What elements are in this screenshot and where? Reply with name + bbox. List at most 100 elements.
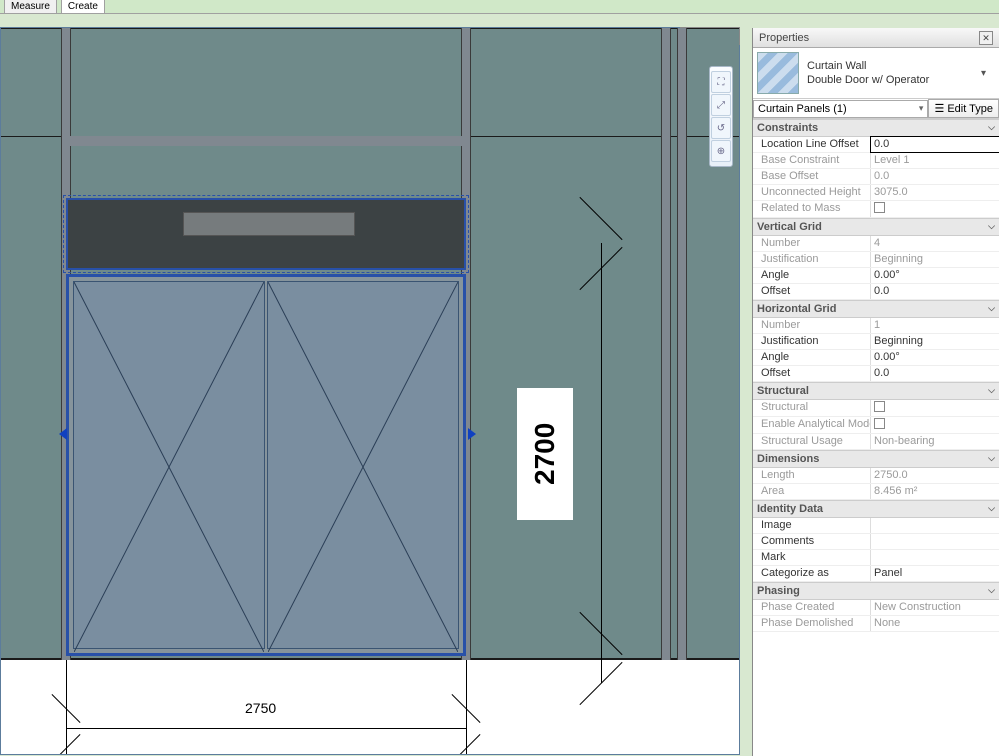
edit-type-button[interactable]: ☰ Edit Type	[928, 99, 999, 118]
property-name: Length	[753, 468, 871, 483]
dimension-vertical[interactable]: 2700	[517, 388, 573, 520]
checkbox-icon	[874, 418, 885, 429]
property-row[interactable]: Offset0.0	[753, 366, 999, 382]
property-row: Number4	[753, 236, 999, 252]
property-name: Base Offset	[753, 169, 871, 184]
ribbon-tab-measure[interactable]: Measure	[4, 0, 57, 13]
paper-background	[1, 660, 739, 754]
property-value: Beginning	[871, 252, 999, 267]
property-value: Non-bearing	[871, 434, 999, 449]
property-row: Unconnected Height3075.0	[753, 185, 999, 201]
property-name: Categorize as	[753, 566, 871, 581]
property-row[interactable]: Angle0.00°	[753, 268, 999, 284]
property-row: Related to Mass	[753, 201, 999, 218]
door-leaf-left	[73, 281, 265, 649]
property-row: Length2750.0	[753, 468, 999, 484]
ribbon-tab-create[interactable]: Create	[61, 0, 105, 13]
mullion-horizontal	[61, 136, 471, 146]
type-selector[interactable]: Curtain Wall Double Door w/ Operator ▾	[753, 48, 999, 99]
type-selector-label: Curtain Wall Double Door w/ Operator	[807, 59, 973, 87]
property-group-header[interactable]: Horizontal Grid⌵	[753, 300, 999, 318]
property-name: Justification	[753, 252, 871, 267]
drag-handle-left[interactable]	[59, 428, 67, 440]
property-name: Offset	[753, 284, 871, 299]
navigation-bar: ⛶ ⤢ ↺ ⊕	[709, 66, 733, 167]
property-value: 8.456 m²	[871, 484, 999, 499]
property-row[interactable]: Angle0.00°	[753, 350, 999, 366]
operator-plate	[183, 212, 355, 236]
property-row: Structural	[753, 400, 999, 417]
door-header-panel[interactable]	[66, 198, 466, 270]
property-group-header[interactable]: Identity Data⌵	[753, 500, 999, 518]
mullion	[661, 28, 671, 660]
properties-header[interactable]: Properties ✕	[753, 28, 999, 48]
property-name: Justification	[753, 334, 871, 349]
property-value	[871, 201, 999, 217]
property-row[interactable]: Offset0.0	[753, 284, 999, 300]
properties-close-button[interactable]: ✕	[979, 31, 993, 45]
property-value[interactable]	[871, 550, 999, 565]
property-value[interactable]	[871, 518, 999, 533]
property-row: Enable Analytical Model	[753, 417, 999, 434]
property-value[interactable]: 0.00°	[871, 350, 999, 365]
checkbox-icon	[874, 401, 885, 412]
mullion	[677, 28, 687, 660]
property-name: Structural Usage	[753, 434, 871, 449]
property-value: 0.0	[871, 169, 999, 184]
nav-orbit-icon[interactable]: ↺	[711, 117, 731, 139]
drawing-viewport[interactable]: — ▭ ✕	[0, 27, 740, 755]
property-value	[871, 400, 999, 416]
property-row: Base Offset0.0	[753, 169, 999, 185]
property-value[interactable]	[871, 534, 999, 549]
property-row: Structural UsageNon-bearing	[753, 434, 999, 450]
property-name: Angle	[753, 268, 871, 283]
property-row[interactable]: Mark	[753, 550, 999, 566]
property-value[interactable]: 0.00°	[871, 268, 999, 283]
property-row[interactable]: Image	[753, 518, 999, 534]
property-value[interactable]: 0.0	[871, 366, 999, 381]
property-value: New Construction	[871, 600, 999, 615]
property-name: Number	[753, 236, 871, 251]
nav-zoom-icon[interactable]: ⊕	[711, 140, 731, 162]
property-row: JustificationBeginning	[753, 252, 999, 268]
property-row[interactable]: JustificationBeginning	[753, 334, 999, 350]
grid-line	[1, 28, 739, 29]
property-group-header[interactable]: Structural⌵	[753, 382, 999, 400]
property-row: Phase DemolishedNone	[753, 616, 999, 632]
double-door-panel[interactable]	[66, 274, 466, 656]
nav-full-icon[interactable]: ⛶	[711, 71, 731, 93]
property-value: 3075.0	[871, 185, 999, 200]
property-value[interactable]: 0.0	[871, 284, 999, 299]
property-value[interactable]: 0.0	[870, 136, 999, 153]
property-name: Area	[753, 484, 871, 499]
chevron-down-icon[interactable]: ▾	[981, 68, 995, 79]
property-value[interactable]: Beginning	[871, 334, 999, 349]
dimension-horizontal[interactable]: 2750	[241, 698, 280, 718]
property-name: Structural	[753, 400, 871, 416]
property-value	[871, 417, 999, 433]
property-group-header[interactable]: Phasing⌵	[753, 582, 999, 600]
property-row[interactable]: Location Line Offset0.0	[753, 137, 999, 153]
property-name: Image	[753, 518, 871, 533]
property-row: Phase CreatedNew Construction	[753, 600, 999, 616]
property-row[interactable]: Categorize asPanel	[753, 566, 999, 582]
property-value: Level 1	[871, 153, 999, 168]
property-row: Number1	[753, 318, 999, 334]
edit-type-icon: ☰	[934, 102, 944, 115]
drag-handle-right[interactable]	[468, 428, 476, 440]
door-leaf-right	[267, 281, 459, 649]
property-row[interactable]: Comments	[753, 534, 999, 550]
property-name: Comments	[753, 534, 871, 549]
drawing-canvas[interactable]: 2700 2750	[1, 28, 739, 754]
property-group-header[interactable]: Vertical Grid⌵	[753, 218, 999, 236]
properties-panel: Properties ✕ Curtain Wall Double Door w/…	[752, 28, 999, 756]
checkbox-icon	[874, 202, 885, 213]
properties-filter-dropdown[interactable]: Curtain Panels (1)▾	[753, 100, 928, 118]
property-grid[interactable]: Constraints⌵Location Line Offset0.0Base …	[753, 119, 999, 756]
property-group-header[interactable]: Dimensions⌵	[753, 450, 999, 468]
property-group-header[interactable]: Constraints⌵	[753, 119, 999, 137]
property-value[interactable]: Panel	[871, 566, 999, 581]
property-name: Mark	[753, 550, 871, 565]
nav-region-icon[interactable]: ⤢	[711, 94, 731, 116]
property-name: Location Line Offset	[753, 137, 871, 152]
